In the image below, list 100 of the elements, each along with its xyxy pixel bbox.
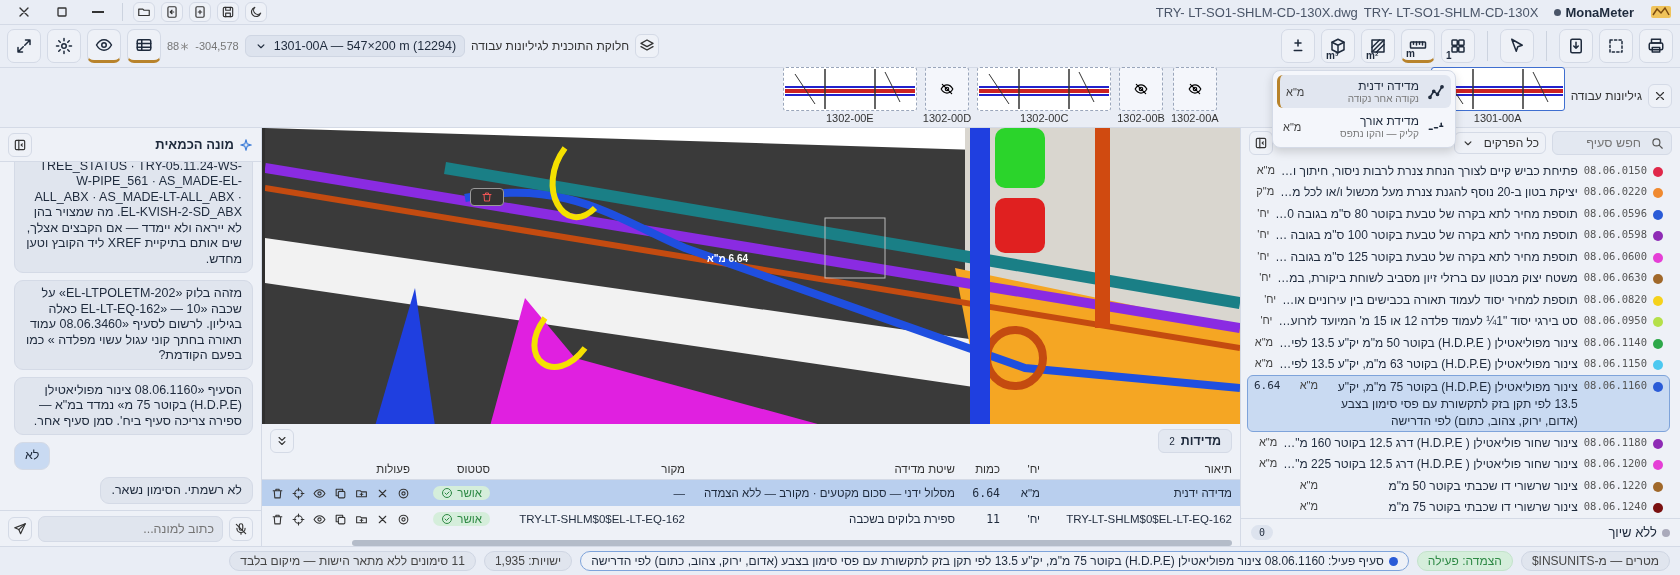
- panel-icon: [13, 137, 27, 152]
- app-name: MonaMeter: [1565, 4, 1634, 20]
- copy-button[interactable]: [334, 486, 347, 500]
- scrollbar[interactable]: [352, 540, 1232, 546]
- select-tool-button[interactable]: [1599, 29, 1633, 63]
- grid-tool-button[interactable]: 1: [1441, 29, 1475, 63]
- cube-tool-button[interactable]: m³: [1321, 29, 1355, 63]
- expand-view-button[interactable]: [7, 29, 41, 63]
- eye-off-icon: [1134, 82, 1149, 96]
- app-logo: [1650, 4, 1672, 20]
- square-icon: [54, 4, 70, 20]
- assistant-message: הסעיף «08.06.1160 צינור מפוליאטילן (H.D.P.E) בקוטר 75 מ» נמדד במ"א — ספירה צריכה סעיף ביח'. סמן סעיף אחר.: [14, 376, 253, 435]
- file-name: TRY- LT-SO1-SHLM-CD-130X.dwg: [1155, 4, 1358, 20]
- pointer-icon: [1508, 37, 1526, 55]
- plusminus-tool-button[interactable]: [1281, 29, 1315, 63]
- trash-icon: [271, 486, 284, 500]
- theme-button[interactable]: [245, 2, 267, 22]
- column-header: יח': [1026, 462, 1040, 475]
- table-icon: [135, 36, 153, 54]
- crosshair-icon: [292, 512, 305, 526]
- show-button[interactable]: [313, 486, 326, 500]
- eye-icon: [95, 36, 113, 54]
- target-icon: [397, 486, 410, 500]
- copy-icon: [334, 512, 347, 526]
- show-button[interactable]: [313, 512, 326, 526]
- assistant-message: לא רשמתי. הסימון נשאר.: [100, 476, 253, 504]
- snow-count: 88: [167, 40, 180, 52]
- snowflake-icon: [180, 41, 190, 51]
- delete-button[interactable]: [271, 486, 284, 500]
- table-view-button[interactable]: [127, 29, 161, 63]
- delete-button[interactable]: [271, 512, 284, 526]
- panel-toggle-button[interactable]: [1249, 131, 1273, 155]
- collapse-button[interactable]: [270, 429, 294, 453]
- check-circle-icon: [441, 487, 454, 499]
- status-chip: ישויות: 1,935: [483, 551, 573, 571]
- column-header: סטטוס: [455, 462, 490, 475]
- column-header: פעולות: [375, 462, 410, 475]
- eye-off-icon: [940, 82, 955, 96]
- moon-icon: [249, 5, 263, 19]
- chat-input[interactable]: כתוב למונה...: [38, 515, 223, 542]
- mic-button[interactable]: [229, 516, 253, 541]
- download-tool-button[interactable]: [1559, 29, 1593, 63]
- selection-icon: [1607, 37, 1625, 55]
- trash-icon: [481, 191, 493, 203]
- user-message: לא: [14, 442, 51, 470]
- send-button[interactable]: [8, 516, 32, 541]
- copy-button[interactable]: [334, 512, 347, 526]
- status-badge: אושר: [433, 512, 490, 526]
- eye-icon: [313, 512, 326, 526]
- open-button[interactable]: [133, 2, 155, 22]
- cad-plan-drawing[interactable]: [265, 128, 1240, 424]
- double-chevron-icon: [275, 434, 289, 448]
- chat-title: מונה הכמאית: [155, 137, 234, 152]
- send-icon: [13, 521, 27, 536]
- folder-icon: [137, 5, 151, 19]
- eye-icon: [313, 486, 326, 500]
- sheets-label: גיליונות עבודה: [1570, 89, 1642, 103]
- count-badge: 0: [1251, 525, 1274, 540]
- column-header: כמות: [974, 462, 1000, 475]
- route-icon: [1427, 82, 1445, 101]
- sheet-select[interactable]: 1301-00A — 547×200 m (12294): [244, 35, 466, 57]
- status-chip: הצמדה: פעילה: [1416, 551, 1513, 571]
- delete-marker-button[interactable]: [470, 188, 504, 206]
- trash-icon: [271, 512, 284, 526]
- panel-toggle-button[interactable]: [8, 132, 32, 157]
- settings-view-button[interactable]: [47, 29, 81, 63]
- mic-off-icon: [234, 521, 248, 536]
- status-badge: אושר: [433, 486, 490, 500]
- focus-button[interactable]: [397, 486, 410, 500]
- menu-item[interactable]: מדידה ידנית נקודה אחר נקודה מ"א: [1277, 75, 1451, 108]
- save-button[interactable]: [217, 2, 239, 22]
- assistant-message: מזהה בלוק «EL-LTPOLETM-202» על שכבה «10 — «EL-LT-EQ-162 כאלה בגיליון. לרשום לסעיף «08.06.3460 עמוד תאורה בחתך קוני עגול עשוי מפלדה » כמו בפעם הקודמת?: [14, 280, 253, 370]
- locate-button[interactable]: [292, 512, 305, 526]
- column-header: תיאור: [1203, 462, 1232, 475]
- measure-label: 6.64 מ"א: [707, 253, 749, 264]
- new-file-button[interactable]: [189, 2, 211, 22]
- status-chip: 11 סימונים ללא מתאר הישות — מיקום בלבד: [229, 551, 476, 571]
- close-sheets-button[interactable]: [1648, 84, 1672, 108]
- unassigned-label: ללא שיוך: [1608, 525, 1657, 540]
- column-header: מקור: [660, 462, 685, 475]
- pointer-tool-button[interactable]: [1500, 29, 1534, 63]
- print-tool-button[interactable]: [1639, 29, 1673, 63]
- import-button[interactable]: [161, 2, 183, 22]
- focus-button[interactable]: [397, 512, 410, 526]
- ruler-tool-button[interactable]: m: [1401, 29, 1435, 63]
- eye-view-button[interactable]: [87, 29, 121, 63]
- close-icon: [1653, 89, 1667, 103]
- coordinate-readout: 304,578-: [195, 40, 239, 52]
- chapter-select[interactable]: כל הפרקים: [1454, 132, 1546, 154]
- save-icon: [221, 5, 235, 19]
- document-name: TRY- LT-SO1-SHLM-CD-130X: [1363, 4, 1539, 20]
- panel-icon: [1254, 136, 1268, 150]
- copy-icon: [334, 486, 347, 500]
- search-field[interactable]: חפש סעיף: [1552, 131, 1672, 155]
- check-circle-icon: [441, 513, 454, 525]
- locate-button[interactable]: [292, 486, 305, 500]
- hatch-tool-button[interactable]: m²: [1361, 29, 1395, 63]
- status-chip: מטרים — מ-INSUNITS$: [1520, 551, 1670, 571]
- settings-icon: [55, 37, 73, 55]
- layers-button[interactable]: [635, 34, 660, 58]
